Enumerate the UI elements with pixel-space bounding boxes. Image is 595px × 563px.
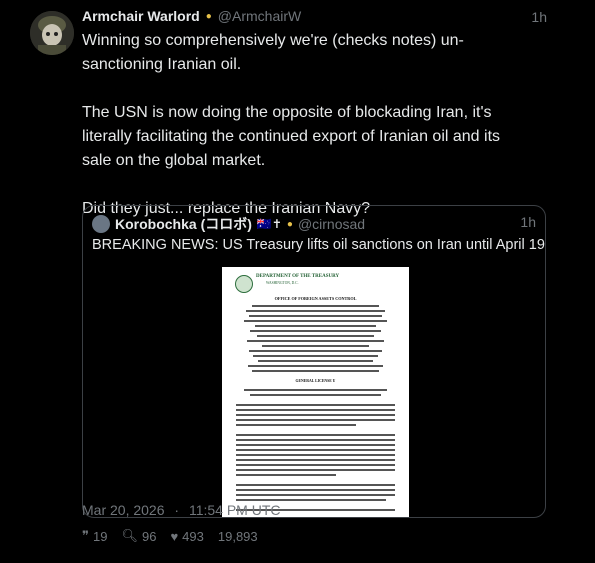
tweet-meta: Mar 20, 2026 · 11:54 PM UTC	[82, 502, 281, 518]
separator: ·	[174, 502, 180, 518]
doc-line	[246, 310, 385, 312]
quotes-count: 96	[141, 528, 157, 544]
speech-icon: ●	[286, 218, 293, 230]
speech-icon: ●	[205, 10, 212, 22]
doc-line	[236, 469, 395, 471]
doc-line	[244, 389, 387, 391]
doc-line	[255, 325, 376, 327]
quote-flags: 🇦🇺✝	[256, 217, 282, 231]
doc-line	[253, 355, 378, 357]
avatar[interactable]	[30, 11, 74, 55]
doc-line	[236, 499, 386, 501]
doc-line	[252, 370, 379, 372]
doc-line	[252, 305, 379, 307]
doc-line	[249, 350, 382, 352]
doc-line	[236, 454, 395, 456]
tweet-header: Armchair Warlord ● @ArmchairW	[82, 8, 547, 24]
quote-header: Korobochka (コロボ) 🇦🇺✝ ● @cirnosad	[92, 214, 365, 234]
doc-line	[236, 444, 395, 446]
quote-mark-icon: ❞	[82, 528, 89, 543]
doc-line	[258, 360, 373, 362]
quotes-stat[interactable]: 🔍︎ 96	[121, 528, 156, 544]
doc-line	[236, 459, 395, 461]
doc-line	[248, 365, 383, 367]
doc-line	[236, 419, 395, 421]
heart-icon: ♥	[170, 528, 179, 544]
doc-line	[236, 439, 395, 441]
tweet-timestamp[interactable]: 11:54 PM UTC	[189, 502, 281, 518]
doc-line	[236, 404, 395, 406]
doc-line	[236, 489, 395, 491]
doc-sub: WASHINGTON, D.C.	[266, 281, 299, 285]
doc-line	[244, 320, 387, 322]
doc-dept: DEPARTMENT OF THE TREASURY	[256, 274, 340, 279]
search-icon: 🔍︎	[121, 528, 138, 543]
document-image[interactable]: DEPARTMENT OF THE TREASURY WASHINGTON, D…	[222, 267, 409, 517]
author-name[interactable]: Armchair Warlord	[82, 8, 200, 24]
avatar-icon	[30, 11, 74, 55]
doc-line	[236, 464, 395, 466]
doc-line	[262, 345, 369, 347]
doc-license: GENERAL LICENSE U	[295, 379, 336, 383]
quote-text: BREAKING NEWS: US Treasury lifts oil san…	[92, 237, 546, 253]
doc-line	[236, 494, 395, 496]
treasury-seal-icon	[235, 275, 253, 293]
replies-count: 19	[93, 528, 108, 544]
quote-author-handle[interactable]: @cirnosad	[298, 216, 365, 232]
doc-line	[236, 474, 336, 476]
likes-count: 493	[182, 528, 204, 544]
tweet-text: Winning so comprehensively we're (checks…	[82, 32, 501, 217]
doc-line	[236, 424, 356, 426]
doc-line	[249, 315, 382, 317]
doc-line	[236, 409, 395, 411]
doc-line	[247, 340, 384, 342]
views-count: 19,893	[217, 528, 258, 544]
doc-line	[236, 449, 395, 451]
views-stat[interactable]: 19,893	[218, 528, 258, 544]
doc-line	[236, 484, 395, 486]
quoted-tweet[interactable]: Korobochka (コロボ) 🇦🇺✝ ● @cirnosad 1h BREA…	[82, 205, 546, 518]
doc-line	[250, 330, 381, 332]
tweet-stats: ❞ 19 🔍︎ 96 ♥ 493 19,893	[82, 528, 258, 544]
doc-line	[236, 434, 395, 436]
tweet-time[interactable]: 1h	[531, 9, 547, 25]
doc-line	[250, 394, 381, 396]
quote-avatar[interactable]	[92, 215, 110, 233]
likes-stat[interactable]: ♥ 493	[170, 528, 203, 544]
author-handle[interactable]: @ArmchairW	[218, 8, 301, 24]
replies-stat[interactable]: ❞ 19	[82, 528, 107, 544]
doc-title: OFFICE OF FOREIGN ASSETS CONTROL	[274, 296, 357, 301]
doc-line	[257, 335, 374, 337]
quote-time[interactable]: 1h	[520, 214, 536, 230]
quote-author-name[interactable]: Korobochka (コロボ)	[115, 214, 252, 234]
tweet-date[interactable]: Mar 20, 2026	[82, 502, 165, 518]
doc-line	[236, 414, 395, 416]
